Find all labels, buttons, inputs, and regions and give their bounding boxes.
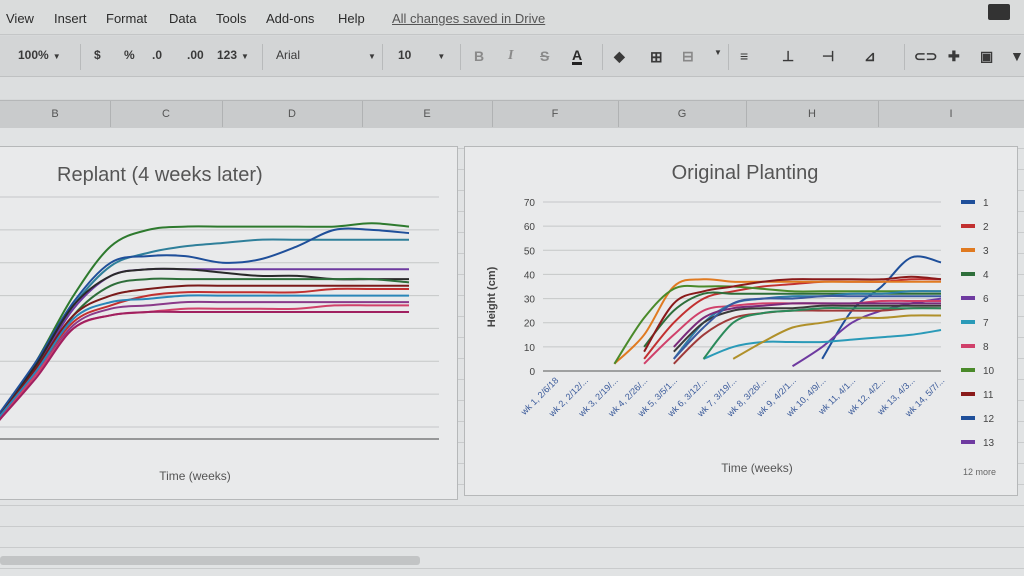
y-tick-label: 30 — [524, 295, 536, 306]
merge-cells-icon[interactable]: ⊟ — [682, 48, 694, 65]
more-formats-select[interactable]: 123 ▼ — [217, 48, 249, 62]
x-axis-title: Time (weeks) — [159, 469, 231, 483]
insert-comment-icon[interactable]: ✚ — [948, 48, 960, 65]
more-formats-label: 123 — [217, 48, 238, 62]
formula-bar[interactable] — [0, 77, 1024, 99]
fill-color-icon[interactable]: ◆ — [614, 48, 625, 65]
chevron-down-icon: ▼ — [52, 52, 61, 61]
borders-icon[interactable]: ⊞ — [650, 48, 663, 66]
strikethrough-button[interactable]: S — [540, 48, 549, 64]
currency-format-button[interactable]: $ — [94, 48, 101, 62]
zoom-value: 100% — [18, 48, 49, 62]
divider — [382, 44, 383, 70]
legend-more-link[interactable]: 12 more — [963, 467, 996, 477]
legend[interactable]: 12346781011121312 more — [961, 198, 996, 477]
font-size-value: 10 — [398, 48, 412, 62]
chevron-down-icon: ▼ — [368, 52, 376, 61]
column-header-e[interactable]: E — [362, 101, 493, 127]
column-header-c[interactable]: C — [110, 101, 223, 127]
column-header-h[interactable]: H — [746, 101, 879, 127]
zoom-select[interactable]: 100% ▼ — [18, 48, 61, 62]
menu-bar: View Insert Format Data Tools Add-ons He… — [0, 0, 1024, 35]
text-wrapping-icon[interactable]: ⊣ — [822, 48, 834, 65]
y-tick-labels: 0 10 20 30 40 50 60 70 — [524, 198, 536, 378]
font-value: Arial — [276, 48, 301, 62]
chart-title: Original Planting — [672, 162, 819, 184]
divider — [262, 44, 263, 70]
font-select[interactable]: Arial ▼ — [276, 48, 376, 62]
original-planting-chart[interactable]: Original Planting 0 10 20 30 40 50 60 70 wk 1, … — [464, 146, 1018, 496]
menu-tools[interactable]: Tools — [216, 11, 246, 26]
increase-decimal-button[interactable]: .00 — [187, 48, 204, 62]
column-header-g[interactable]: G — [618, 101, 747, 127]
divider — [904, 44, 905, 70]
divider — [728, 44, 729, 70]
column-headers: B C D E F G H I — [0, 100, 1024, 128]
legend-label: 7 — [983, 318, 989, 329]
original-planting-chart-svg: Original Planting 0 10 20 30 40 50 60 70 wk 1, … — [486, 162, 996, 477]
column-header-d[interactable]: D — [222, 101, 363, 127]
divider — [602, 44, 603, 70]
chart-title: Replant (4 weeks later) — [57, 164, 263, 186]
horizontal-scrollbar[interactable] — [0, 556, 420, 565]
legend-label: 8 — [983, 342, 989, 353]
series-lines — [0, 222, 410, 421]
chevron-down-icon[interactable]: ▼ — [714, 48, 722, 57]
text-color-button[interactable]: A — [572, 48, 583, 65]
y-axis-title: Height (cm) — [486, 266, 498, 327]
filter-icon[interactable]: ▼ — [1010, 48, 1024, 64]
insert-link-icon[interactable]: ⊂⊃ — [914, 48, 937, 65]
column-header-f[interactable]: F — [492, 101, 619, 127]
bold-button[interactable]: B — [474, 48, 484, 64]
legend-label: 2 — [983, 222, 989, 233]
menu-data[interactable]: Data — [169, 11, 196, 26]
chevron-down-icon: ▼ — [437, 52, 446, 61]
y-tick-label: 70 — [524, 198, 536, 209]
y-tick-label: 50 — [524, 246, 536, 257]
y-tick-label: 20 — [524, 319, 536, 330]
y-tick-label: 10 — [524, 343, 536, 354]
legend-label: 12 — [983, 414, 995, 425]
column-header-i[interactable]: I — [878, 101, 1024, 127]
y-tick-label: 60 — [524, 222, 536, 233]
x-tick-labels: wk 1, 2/6/18wk 2, 2/12/...wk 3, 2/19/...… — [518, 375, 946, 419]
legend-label: 3 — [983, 246, 989, 257]
series-line — [0, 277, 410, 421]
replant-chart[interactable]: Replant (4 weeks later) Time (weeks) — [0, 146, 458, 500]
text-rotation-icon[interactable]: ⊿ — [864, 48, 876, 65]
horizontal-align-icon[interactable]: ≡ — [740, 48, 748, 64]
legend-label: 1 — [983, 198, 989, 209]
menu-help[interactable]: Help — [338, 11, 365, 26]
legend-label: 4 — [983, 270, 989, 281]
insert-chart-icon[interactable]: ▣ — [980, 48, 993, 65]
italic-button[interactable]: I — [508, 48, 513, 64]
comments-icon[interactable] — [988, 4, 1010, 20]
font-size-select[interactable]: 10 ▼ — [398, 48, 445, 62]
legend-label: 10 — [983, 366, 995, 377]
divider — [80, 44, 81, 70]
y-tick-label: 40 — [524, 270, 536, 281]
save-status-link[interactable]: All changes saved in Drive — [392, 11, 545, 26]
chevron-down-icon: ▼ — [241, 52, 249, 61]
vertical-align-icon[interactable]: ⊥ — [782, 48, 794, 65]
decrease-decimal-button[interactable]: .0 — [152, 48, 162, 62]
legend-label: 13 — [983, 438, 995, 449]
y-tick-label: 0 — [529, 367, 535, 378]
percent-format-button[interactable]: % — [124, 48, 135, 62]
menu-insert[interactable]: Insert — [54, 11, 87, 26]
legend-label: 11 — [983, 390, 994, 401]
series-line — [0, 294, 409, 418]
menu-view[interactable]: View — [6, 11, 34, 26]
column-header-b[interactable]: B — [0, 101, 111, 127]
menu-format[interactable]: Format — [106, 11, 147, 26]
series-line — [732, 314, 942, 360]
toolbar: 100% ▼ $ % .0 .00 123 ▼ Arial ▼ 10 ▼ B I S A… — [0, 36, 1024, 77]
menu-add-ons[interactable]: Add-ons — [266, 11, 314, 26]
x-axis-title: Time (weeks) — [721, 461, 793, 475]
legend-label: 6 — [983, 294, 989, 305]
replant-chart-svg: Replant (4 weeks later) Time (weeks) — [0, 164, 439, 483]
series-lines — [613, 255, 942, 368]
divider — [460, 44, 461, 70]
